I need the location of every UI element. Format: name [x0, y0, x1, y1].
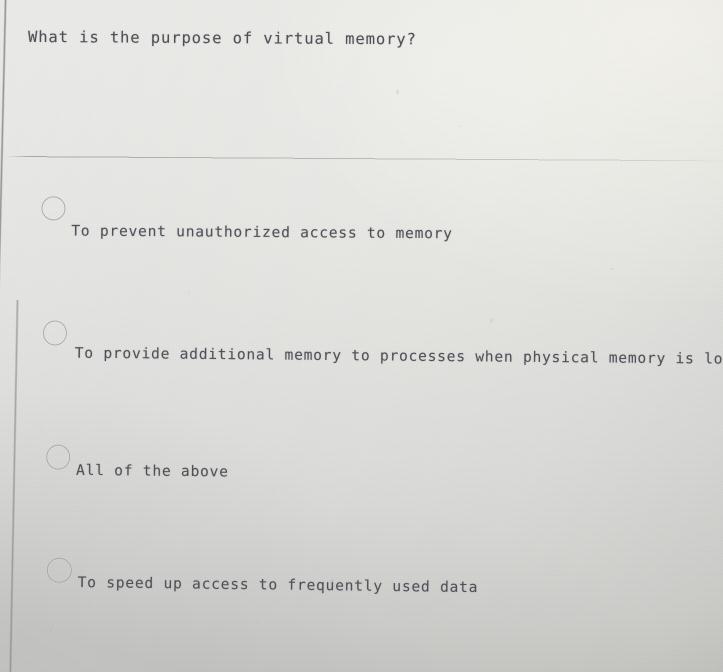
question-text: What is the purpose of virtual memory? — [27, 28, 417, 49]
quiz-screen: What is the purpose of virtual memory? T… — [0, 0, 723, 672]
screen-edge-line-outer — [0, 0, 8, 672]
answer-option-label-0: To prevent unauthorized access to memory — [71, 222, 453, 243]
answer-option-label-2: All of the above — [75, 461, 229, 481]
radio-button-icon-1[interactable] — [42, 320, 68, 346]
radio-button-icon-2[interactable] — [46, 444, 71, 470]
question-divider — [5, 156, 723, 162]
content-layer: What is the purpose of virtual memory? T… — [0, 0, 723, 672]
radio-button-icon-3[interactable] — [46, 557, 72, 583]
radio-button-icon-0[interactable] — [41, 196, 66, 221]
answer-option-label-1: To provide additional memory to processe… — [74, 344, 723, 368]
answer-option-label-3: To speed up access to frequently used da… — [77, 574, 479, 597]
screen-edge-line-inner — [8, 299, 19, 672]
